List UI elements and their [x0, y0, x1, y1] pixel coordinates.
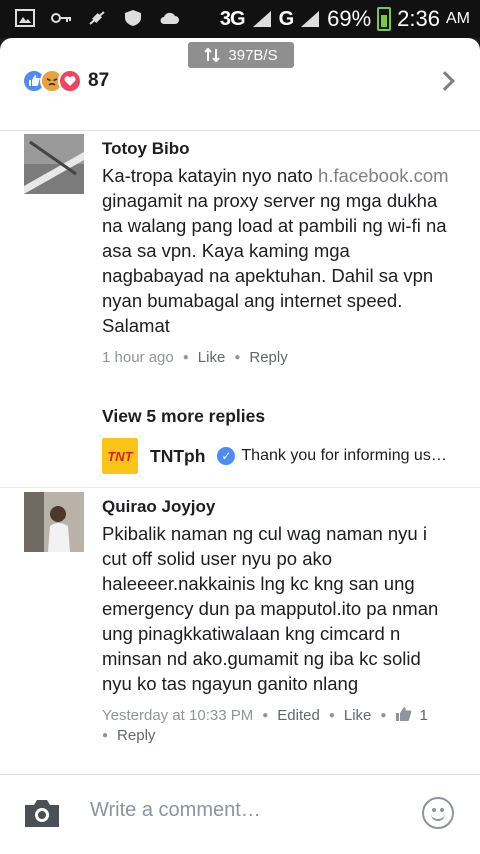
- tnt-logo: TNT: [102, 438, 138, 474]
- reply-button[interactable]: Reply: [117, 727, 155, 744]
- comment-author[interactable]: Quirao Joyjoy: [102, 496, 454, 518]
- view-more-replies-button[interactable]: View 5 more replies: [102, 406, 265, 427]
- comment-text: Pkibalik naman ng cul wag naman nyu i cu…: [102, 523, 439, 694]
- signal-icon: [252, 11, 271, 27]
- battery-percent: 69%: [327, 6, 372, 31]
- like-button[interactable]: Like: [198, 349, 226, 366]
- like-button[interactable]: Like: [344, 707, 372, 724]
- reply-author[interactable]: TNTph: [150, 446, 205, 467]
- like-count: 1: [419, 707, 428, 724]
- satellite-icon: [89, 11, 105, 25]
- comment-link[interactable]: h.facebook.com: [318, 165, 449, 186]
- emoji-icon[interactable]: [422, 797, 454, 829]
- divider: [0, 487, 480, 488]
- love-icon: [58, 69, 82, 93]
- battery-icon: [377, 7, 392, 31]
- cloud-icon: [160, 12, 179, 24]
- shield-icon: [125, 10, 141, 26]
- status-bar: 3G G 69% 2:36 AM: [0, 0, 480, 38]
- comment-text: Ka-tropa katayin nyo nato h.facebook.com…: [102, 165, 449, 336]
- comment-time: Yesterday at 10:33 PM: [102, 707, 254, 724]
- reactions-summary[interactable]: 87: [22, 68, 109, 94]
- reaction-count: 87: [88, 70, 110, 91]
- reply-preview[interactable]: TNT TNTph ✓ Thank you for informing us…: [102, 438, 462, 474]
- reactions-bar[interactable]: 87: [0, 56, 480, 106]
- clock-ampm: AM: [446, 10, 470, 27]
- reply-text: Thank you for informing us…: [241, 447, 447, 464]
- clock: 2:36: [397, 6, 440, 31]
- signal-icon: [301, 11, 320, 27]
- comment-author[interactable]: Totoy Bibo: [102, 138, 454, 160]
- verified-badge-icon: ✓: [217, 447, 236, 465]
- camera-icon[interactable]: [22, 797, 62, 829]
- image-icon: [15, 9, 35, 27]
- edited-label[interactable]: Edited: [277, 707, 320, 724]
- avatar[interactable]: [24, 492, 84, 552]
- comment-meta: 1 hour ago ● Like ● Reply: [102, 349, 288, 366]
- chevron-right-icon[interactable]: [435, 71, 455, 91]
- comments-sheet: 397B/S 87 Totoy Bibo Ka-tropa katayin ny…: [0, 38, 480, 854]
- comment-time: 1 hour ago: [102, 349, 174, 366]
- comment-composer: Write a comment…: [0, 774, 480, 854]
- comment-meta: Yesterday at 10:33 PM ● Edited ● Like ● 1 ● Repl…: [102, 707, 428, 745]
- reply-button[interactable]: Reply: [249, 349, 287, 366]
- thumbs-up-icon: [396, 707, 412, 721]
- comment-input[interactable]: Write a comment…: [90, 799, 261, 822]
- key-icon: [51, 13, 71, 23]
- network-indicator: 3G: [219, 7, 246, 30]
- avatar[interactable]: [24, 134, 84, 194]
- sim2-indicator: G: [278, 7, 295, 30]
- divider: [0, 130, 480, 131]
